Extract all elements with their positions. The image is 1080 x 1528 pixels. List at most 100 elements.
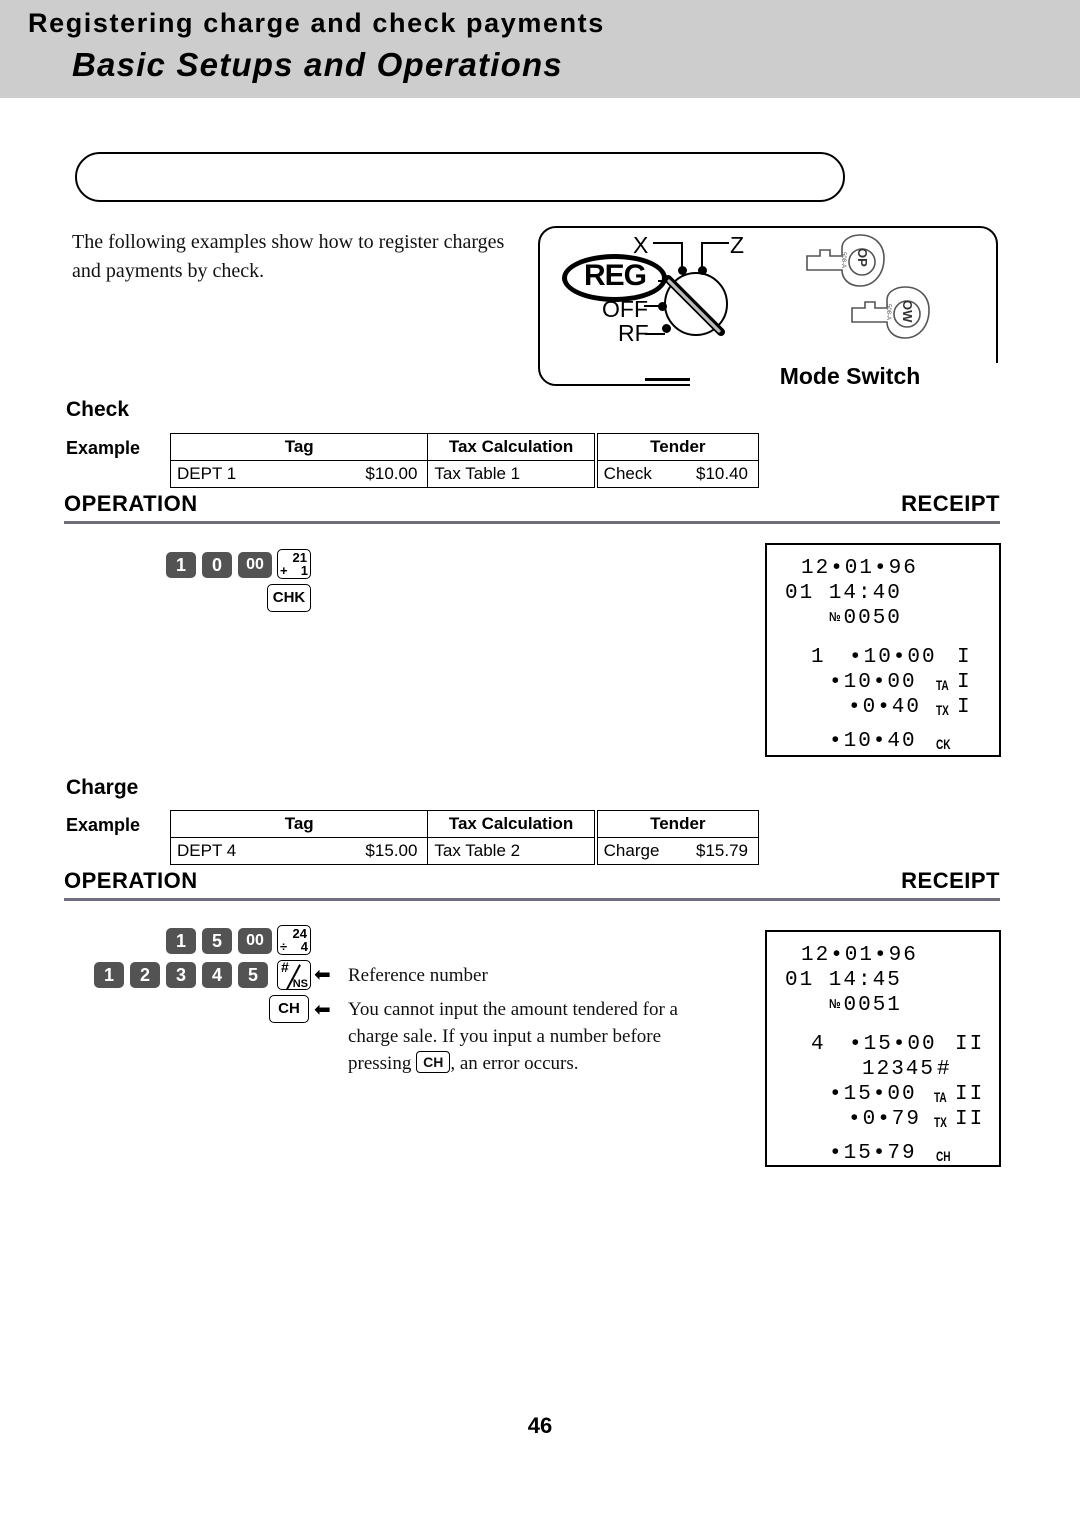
column-header-tag: Tag — [169, 810, 429, 838]
mode-label-off: OFF — [602, 296, 648, 322]
table-row: DEPT 1 $10.00 Tax Table 1 Check $10.40 — [169, 460, 759, 488]
suffix-tx: TX — [936, 702, 949, 718]
cell-tag: DEPT 4 $15.00 — [169, 837, 429, 865]
svg-text:OW: OW — [900, 300, 915, 323]
inline-key-ch[interactable]: CH — [416, 1051, 451, 1073]
section-title: Registering charge and check payments — [28, 8, 605, 38]
receipt-line-total-suffix: CK — [936, 733, 956, 756]
receipt-line-taxable-suffix: TA — [936, 674, 954, 697]
receipt-line-number: № 0051 — [829, 994, 902, 1017]
key-no-sale[interactable]: # NS — [277, 960, 311, 990]
key-1[interactable]: 1 — [166, 928, 196, 954]
key-ref-1[interactable]: 1 — [94, 962, 124, 988]
mode-label-reg: REG — [583, 259, 647, 292]
key-ref-5[interactable]: 5 — [238, 962, 268, 988]
receipt-line-tax-dept: I — [957, 696, 972, 719]
note-charge-warning: You cannot input the amount tendered for… — [348, 996, 693, 1077]
cell-tag-name: DEPT 1 — [177, 464, 237, 483]
check-example-label: Example — [66, 438, 141, 458]
key-0[interactable]: 0 — [202, 552, 232, 578]
note-charge-warning-text2: , an error occurs. — [450, 1053, 579, 1074]
suffix-ta: TA — [936, 677, 949, 693]
key-5[interactable]: 5 — [202, 928, 232, 954]
leader-line-x-horizontal — [653, 242, 683, 244]
receipt-line-item-qty: 1 — [811, 646, 826, 669]
receipt-line-tax-dept: II — [955, 1108, 985, 1131]
table-header-row: Tag Tax Calculation Tender — [169, 810, 759, 838]
receipt-line-taxable-amount: •15•00 — [829, 1083, 917, 1106]
mode-keys-illustration: OP 508-A OW 508-A — [806, 234, 930, 339]
charge-operation-label: OPERATION — [64, 868, 198, 893]
key-dept-operator: + — [280, 563, 288, 578]
receipt-no-value: 0050 — [843, 607, 902, 630]
check-receipt: 12•01•96 01 14:40 № 0050 1 •10•00 I •10•0… — [765, 543, 1001, 757]
mode-switch-caption: Mode Switch — [690, 363, 1010, 390]
mode-dot-x — [678, 266, 687, 275]
cell-tender: Check $10.40 — [593, 460, 759, 488]
receipt-no-symbol: № — [829, 609, 841, 624]
mode-switch-panel: REG X Z OFF RF OP 508-A OW 508-A Mode Sw… — [538, 226, 1010, 390]
charge-example-label: Example — [66, 815, 141, 835]
receipt-line-reference: 12345 — [862, 1058, 936, 1081]
receipt-line-taxable-dept: II — [955, 1083, 985, 1106]
mode-dot-z — [698, 266, 707, 275]
note-reference-number: Reference number — [348, 965, 488, 986]
svg-text:508-A: 508-A — [885, 304, 891, 320]
leader-line-z-vertical — [701, 242, 703, 268]
key-dept-bottom-number: 4 — [300, 939, 308, 954]
column-header-tender: Tender — [593, 433, 759, 461]
suffix-ch: CH — [936, 1148, 951, 1164]
check-heading: Check — [66, 398, 130, 421]
check-operation-receipt-header: OPERATION RECEIPT — [64, 491, 1000, 525]
section-intro-text: The following examples show how to regis… — [72, 231, 505, 282]
receipt-line-total-amount: •15•79 — [829, 1142, 917, 1165]
receipt-line-item-dept: I — [957, 646, 972, 669]
column-header-tag: Tag — [169, 433, 429, 461]
receipt-line-time: 01 14:40 — [785, 582, 902, 605]
svg-text:OP: OP — [855, 248, 870, 267]
header-rule — [64, 521, 1000, 524]
mode-label-z: Z — [730, 232, 745, 258]
key-ref-2[interactable]: 2 — [130, 962, 160, 988]
column-header-tax: Tax Calculation — [427, 433, 597, 461]
receipt-line-item-qty: 4 — [811, 1033, 826, 1056]
key-dept-bottom-row: ÷ 4 — [280, 939, 308, 954]
charge-operation-receipt-header: OPERATION RECEIPT — [64, 868, 1000, 902]
key-00[interactable]: 00 — [238, 552, 272, 578]
key-dept-operator: ÷ — [280, 939, 288, 954]
charge-receipt-label: RECEIPT — [901, 868, 1000, 893]
key-00[interactable]: 00 — [238, 928, 272, 954]
leader-line-z-horizontal — [703, 242, 729, 244]
mode-dot-rf — [662, 324, 671, 333]
table-row: DEPT 4 $15.00 Tax Table 2 Charge $15.79 — [169, 837, 759, 865]
key-ref-3[interactable]: 3 — [166, 962, 196, 988]
section-title-box — [75, 152, 845, 202]
column-header-tax: Tax Calculation — [427, 810, 597, 838]
key-ns-label: NS — [292, 978, 308, 990]
receipt-line-time: 01 14:45 — [785, 969, 902, 992]
cell-tag-name: DEPT 4 — [177, 841, 237, 860]
receipt-line-taxable-dept: I — [957, 671, 972, 694]
key-dept-24[interactable]: 24 ÷ 4 — [277, 925, 311, 955]
page-header-title: Basic Setups and Operations — [72, 46, 563, 83]
cell-tender-amount: $10.40 — [696, 464, 748, 483]
mode-label-x: X — [633, 232, 649, 258]
receipt-line-item-dept: II — [955, 1033, 985, 1056]
key-1[interactable]: 1 — [166, 552, 196, 578]
receipt-line-total-amount: •10•40 — [829, 730, 917, 753]
page-number: 46 — [527, 1413, 553, 1438]
key-ch[interactable]: CH — [269, 995, 309, 1023]
key-chk[interactable]: CHK — [267, 584, 311, 612]
arrow-left-icon-reference: ⬅ — [314, 962, 331, 986]
column-header-tender: Tender — [593, 810, 759, 838]
suffix-ta: TA — [934, 1089, 947, 1105]
cell-tender-amount: $15.79 — [696, 841, 748, 860]
receipt-line-tax-amount: •0•79 — [848, 1108, 922, 1131]
key-hash-symbol: # — [281, 960, 289, 975]
key-dept-21[interactable]: 21 + 1 — [277, 549, 311, 579]
key-ref-4[interactable]: 4 — [202, 962, 232, 988]
check-example-table: Tag Tax Calculation Tender DEPT 1 $10.00… — [169, 433, 759, 488]
receipt-line-date: 12•01•96 — [801, 944, 918, 967]
svg-text:508-A: 508-A — [840, 252, 846, 268]
cell-tender: Charge $15.79 — [593, 837, 759, 865]
